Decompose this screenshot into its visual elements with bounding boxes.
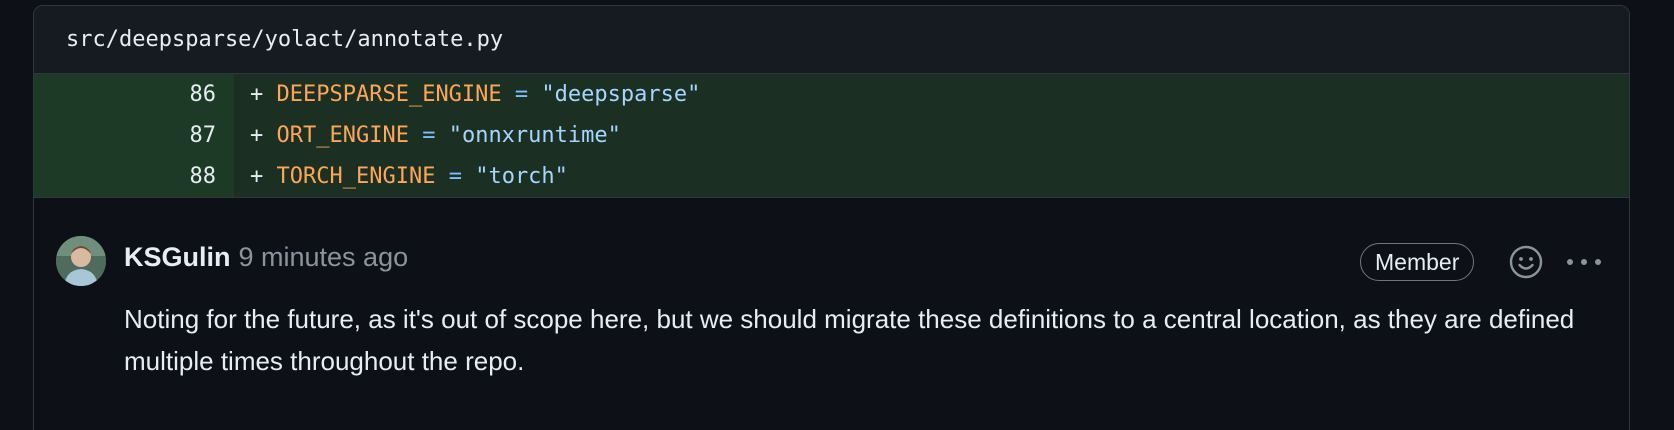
code-identifier: ORT_ENGINE: [276, 123, 409, 148]
kebab-horizontal-icon: [1567, 259, 1601, 265]
review-comment-panel: src/deepsparse/yolact/annotate.py 86 + D…: [33, 5, 1630, 430]
code-identifier: DEEPSPARSE_ENGINE: [276, 82, 502, 107]
line-number[interactable]: 88: [34, 156, 234, 198]
file-header: src/deepsparse/yolact/annotate.py: [34, 6, 1629, 74]
line-number[interactable]: 87: [34, 115, 234, 156]
avatar[interactable]: [56, 236, 106, 286]
diff-line: 88 + TORCH_ENGINE = "torch": [34, 156, 1629, 198]
add-reaction-button[interactable]: [1508, 244, 1544, 280]
added-marker: +: [250, 123, 277, 148]
smiley-icon: [1509, 245, 1543, 279]
code-string: "torch": [475, 164, 568, 189]
code-operator: =: [408, 123, 449, 148]
diff-line: 87 + ORT_ENGINE = "onnxruntime": [34, 115, 1629, 156]
author-link[interactable]: KSGulin: [124, 242, 231, 272]
line-code: + ORT_ENGINE = "onnxruntime": [234, 115, 1629, 156]
added-marker: +: [250, 164, 277, 189]
diff-line: 86 + DEEPSPARSE_ENGINE = "deepsparse": [34, 74, 1629, 115]
code-operator: =: [501, 82, 542, 107]
member-badge: Member: [1360, 243, 1475, 281]
line-number[interactable]: 86: [34, 74, 234, 115]
timestamp-link[interactable]: 9 minutes ago: [239, 242, 409, 272]
added-marker: +: [250, 82, 277, 107]
comment: KSGulin 9 minutes ago Member Noting for t…: [34, 198, 1629, 430]
line-code: + TORCH_ENGINE = "torch": [234, 156, 1629, 198]
line-code: + DEEPSPARSE_ENGINE = "deepsparse": [234, 74, 1629, 115]
code-identifier: TORCH_ENGINE: [276, 164, 436, 189]
comment-body: Noting for the future, as it's out of sc…: [124, 304, 1575, 376]
more-options-button[interactable]: [1564, 248, 1604, 276]
diff-table: 86 + DEEPSPARSE_ENGINE = "deepsparse" 87…: [34, 74, 1629, 198]
code-string: "deepsparse": [541, 82, 701, 107]
avatar-image: [56, 236, 106, 286]
comment-header: KSGulin 9 minutes ago: [124, 242, 408, 273]
code-string: "onnxruntime": [448, 123, 621, 148]
file-path-link[interactable]: src/deepsparse/yolact/annotate.py: [66, 27, 503, 52]
code-operator: =: [435, 164, 476, 189]
